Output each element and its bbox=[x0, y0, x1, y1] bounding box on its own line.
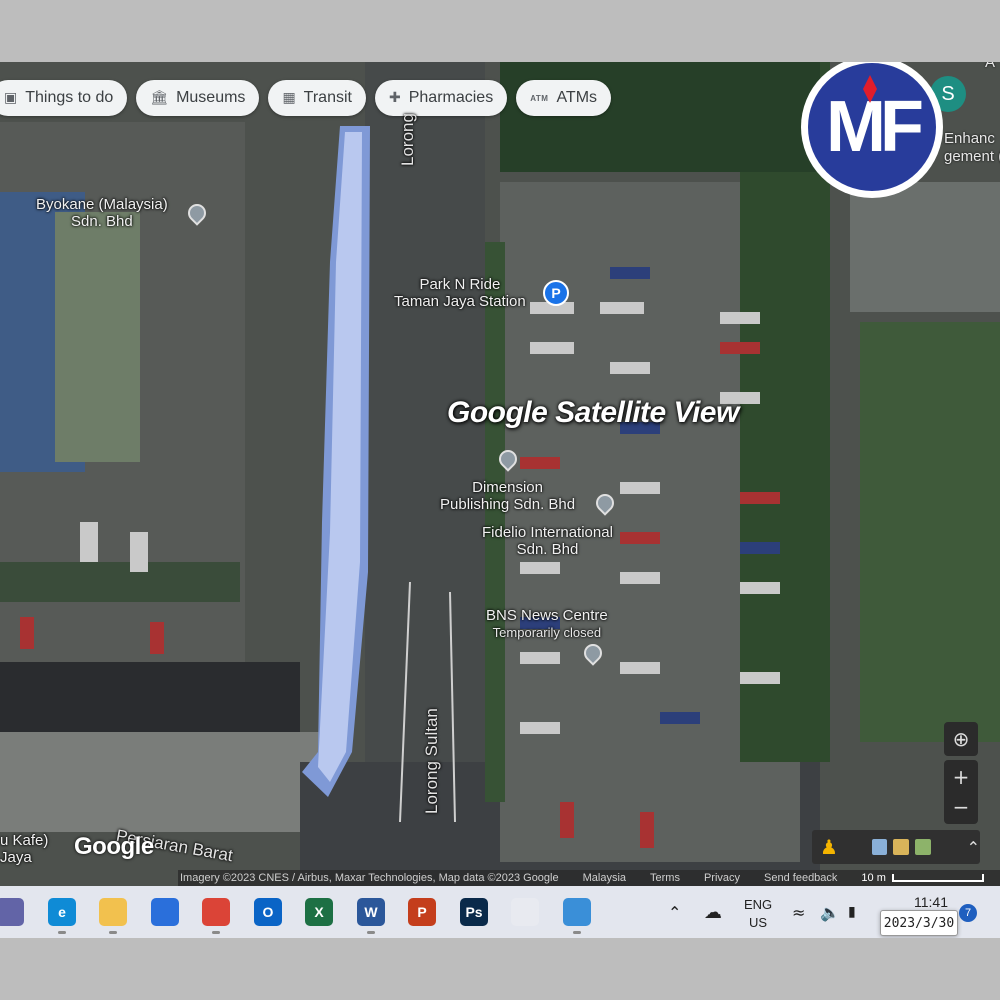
poi-name: Park N Ride bbox=[419, 276, 501, 293]
feedback-link[interactable]: Send feedback bbox=[764, 872, 837, 884]
chrome-app-icon[interactable] bbox=[202, 898, 230, 926]
privacy-link[interactable]: Privacy bbox=[704, 872, 740, 884]
keyboard-region: US bbox=[749, 915, 768, 930]
photoshop-app-icon[interactable]: Ps bbox=[460, 898, 488, 926]
expand-icon[interactable]: ⌃ bbox=[967, 838, 980, 857]
poi-name: Fidelio International bbox=[482, 524, 613, 541]
country-link[interactable]: Malaysia bbox=[583, 872, 626, 884]
running-indicator bbox=[212, 931, 220, 934]
poi-park-n-ride[interactable]: Park N Ride Taman Jaya Station bbox=[394, 276, 526, 310]
language-indicator[interactable]: ENG US bbox=[744, 896, 772, 932]
crosshair-icon: ⊕ bbox=[952, 727, 970, 751]
museum-icon: 🏛 bbox=[150, 90, 169, 106]
chip-label: Pharmacies bbox=[408, 89, 494, 106]
partial-place-label-2: gement ( bbox=[944, 148, 1000, 165]
poi-kafe[interactable]: u Kafe) Jaya bbox=[0, 832, 48, 866]
running-indicator bbox=[367, 931, 375, 934]
file-explorer-app-icon[interactable] bbox=[99, 898, 127, 926]
powerpoint-app-icon[interactable]: P bbox=[408, 898, 436, 926]
satellite-map[interactable]: ▣ Things to do 🏛 Museums ▦ Transit ✚ Pha… bbox=[0, 62, 1000, 886]
terms-link[interactable]: Terms bbox=[650, 872, 680, 884]
atm-icon: ATM bbox=[530, 93, 549, 103]
chip-label: ATMs bbox=[556, 89, 598, 106]
chip-atms[interactable]: ATM ATMs bbox=[516, 80, 612, 116]
cloud-icon[interactable]: ☁ bbox=[704, 886, 722, 938]
pegman-icon[interactable]: ♟ bbox=[820, 835, 838, 859]
snipping-app-icon[interactable] bbox=[511, 898, 539, 926]
edge-app-icon[interactable]: e bbox=[48, 898, 76, 926]
windows-taskbar: e O X W P Ps ⌃ ☁ ENG US ≈ 🔈 ▮ 11:41 bbox=[0, 886, 1000, 938]
road-label-lorong: Lorong bbox=[398, 113, 417, 166]
attribution-bar: Imagery ©2023 CNES / Airbus, Maxar Techn… bbox=[178, 870, 1000, 886]
clock-date[interactable]: 2023/3/30 bbox=[880, 910, 958, 936]
pharmacy-icon: ✚ bbox=[388, 90, 401, 106]
meet-app-icon[interactable] bbox=[0, 898, 24, 926]
running-indicator bbox=[573, 931, 581, 934]
poi-name-2: Sdn. Bhd bbox=[71, 213, 133, 230]
layer-thumb-terrain[interactable] bbox=[893, 839, 909, 855]
layers-strip: ♟ ⌃ bbox=[812, 830, 980, 864]
partial-label: A bbox=[985, 62, 996, 71]
notification-badge[interactable]: 7 bbox=[959, 904, 977, 922]
my-location-button[interactable]: ⊕ bbox=[944, 722, 978, 756]
poi-name-2: Publishing Sdn. Bhd bbox=[440, 496, 576, 513]
top-border bbox=[0, 0, 1000, 62]
chip-things-to-do[interactable]: ▣ Things to do bbox=[0, 80, 128, 116]
battery-icon[interactable]: ▮ bbox=[848, 886, 856, 938]
scale-bar[interactable]: 10 m bbox=[861, 872, 984, 884]
outlook-app-icon[interactable]: O bbox=[254, 898, 282, 926]
partial-place-label: Enhanc bbox=[944, 130, 995, 147]
store-app-icon[interactable] bbox=[151, 898, 179, 926]
mf-logo: MF bbox=[801, 62, 943, 198]
road-label-lorong-sultan: Lorong Sultan bbox=[422, 708, 441, 814]
chip-label: Transit bbox=[303, 89, 352, 106]
poi-name-2: Taman Jaya Station bbox=[394, 293, 526, 310]
word-app-icon[interactable]: W bbox=[357, 898, 385, 926]
zoom-out-button[interactable]: − bbox=[953, 792, 970, 822]
chip-museums[interactable]: 🏛 Museums bbox=[136, 80, 260, 116]
poi-bns-news[interactable]: BNS News Centre Temporarily closed bbox=[486, 607, 608, 641]
poi-fidelio[interactable]: Fidelio International Sdn. Bhd bbox=[482, 524, 613, 558]
excel-app-icon[interactable]: X bbox=[305, 898, 333, 926]
wifi-icon[interactable]: ≈ bbox=[792, 886, 805, 938]
zoom-control: + − bbox=[944, 760, 978, 824]
google-watermark: Google bbox=[74, 833, 154, 860]
volume-icon[interactable]: 🔈 bbox=[820, 886, 840, 938]
show-hidden-icons-button[interactable]: ⌃ bbox=[668, 886, 681, 938]
poi-name: Byokane (Malaysia) bbox=[36, 196, 168, 213]
poi-name-2: Jaya bbox=[0, 849, 32, 866]
running-indicator bbox=[58, 931, 66, 934]
zoom-in-button[interactable]: + bbox=[953, 762, 970, 792]
running-indicator bbox=[109, 931, 117, 934]
chip-pharmacies[interactable]: ✚ Pharmacies bbox=[374, 80, 508, 116]
camera-icon: ▣ bbox=[4, 90, 18, 106]
globe-app-icon[interactable] bbox=[563, 898, 591, 926]
bottom-border bbox=[0, 938, 1000, 1000]
poi-name: Dimension bbox=[472, 479, 543, 496]
poi-name-2: Sdn. Bhd bbox=[516, 541, 579, 558]
poi-name: u Kafe) bbox=[0, 832, 49, 849]
poi-dimension-publishing[interactable]: Dimension Publishing Sdn. Bhd bbox=[440, 479, 575, 513]
poi-byokane[interactable]: Byokane (Malaysia) Sdn. Bhd bbox=[36, 196, 168, 230]
imagery-credit: Imagery ©2023 CNES / Airbus, Maxar Techn… bbox=[180, 872, 559, 884]
layer-thumb-satellite[interactable] bbox=[871, 839, 888, 855]
scale-label: 10 m bbox=[861, 872, 886, 884]
overlay-headline: Google Satellite View bbox=[447, 396, 739, 429]
poi-name: BNS News Centre bbox=[486, 607, 608, 624]
clock-time[interactable]: 11:41 bbox=[914, 894, 948, 910]
logo-text: MF bbox=[826, 87, 924, 167]
layer-thumb-traffic[interactable] bbox=[915, 839, 931, 855]
logo-badge: MF bbox=[808, 63, 936, 191]
language-code: ENG bbox=[744, 897, 773, 912]
category-chip-bar: ▣ Things to do 🏛 Museums ▦ Transit ✚ Pha… bbox=[0, 80, 612, 116]
parking-pin-icon[interactable]: P bbox=[543, 280, 569, 306]
poi-status: Temporarily closed bbox=[492, 625, 602, 640]
chip-label: Museums bbox=[176, 89, 246, 106]
chip-transit[interactable]: ▦ Transit bbox=[268, 80, 366, 116]
transit-icon: ▦ bbox=[282, 90, 296, 106]
scale-line bbox=[891, 874, 984, 882]
chip-label: Things to do bbox=[25, 89, 114, 106]
